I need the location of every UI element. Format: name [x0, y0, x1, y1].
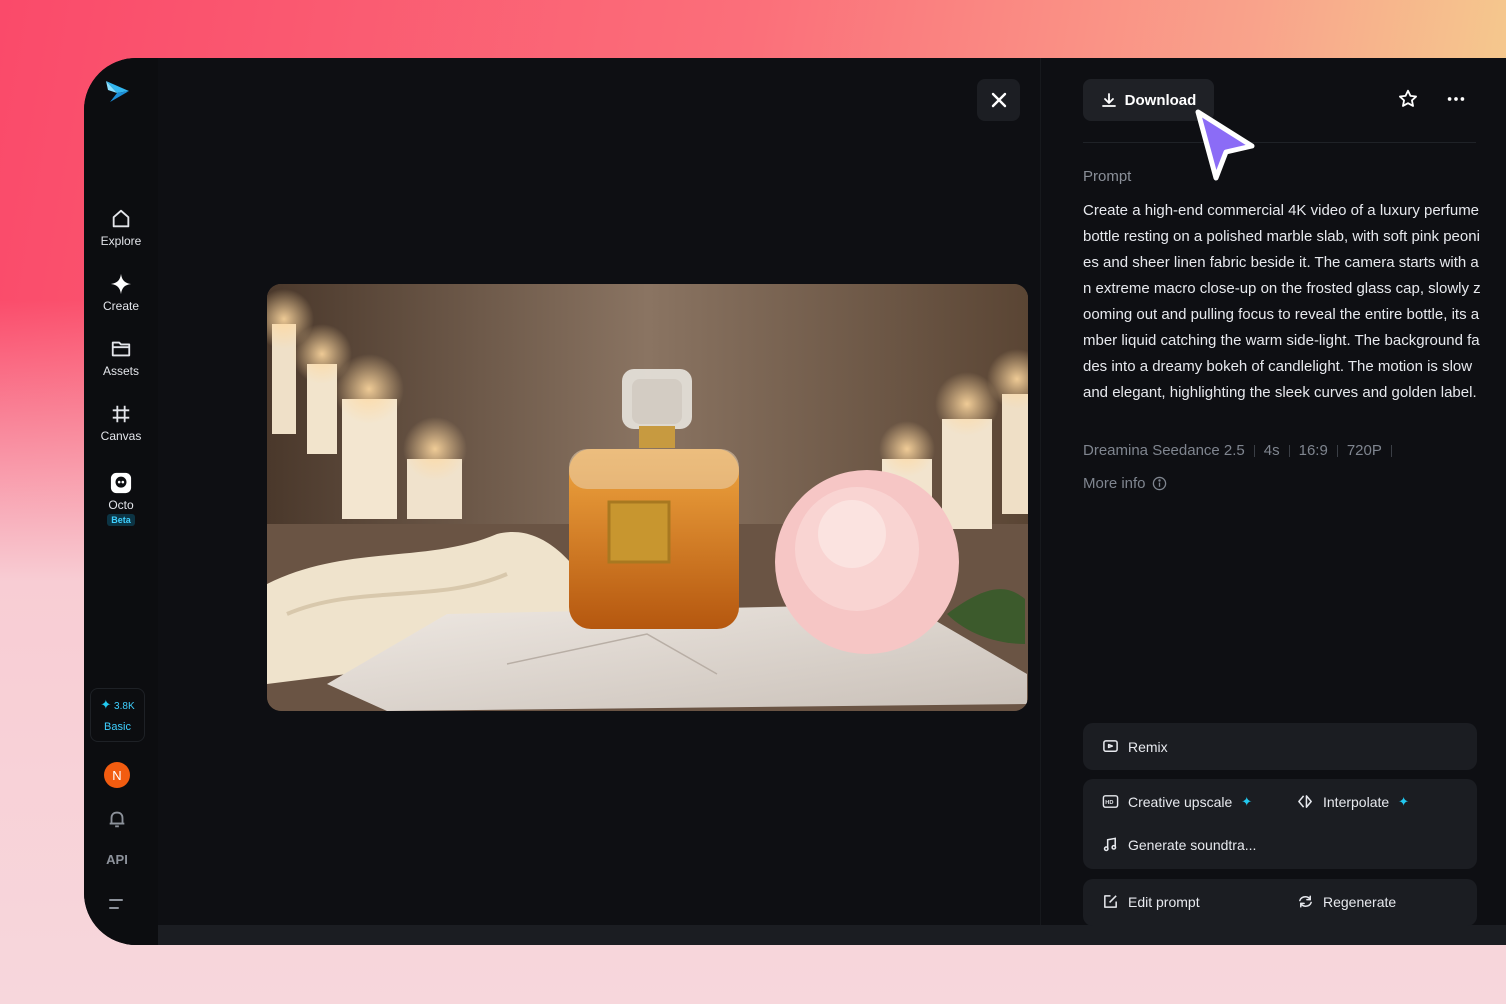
edit-prompt-button[interactable]: Edit prompt	[1102, 893, 1200, 910]
sidebar-item-label: Octo	[108, 498, 134, 512]
sidebar-item-label: Canvas	[100, 429, 142, 443]
creative-upscale-button[interactable]: HD Creative upscale ✦	[1102, 793, 1252, 810]
favorite-star-icon[interactable]	[1397, 88, 1419, 110]
meta-separator	[1390, 444, 1392, 457]
download-label: Download	[1124, 91, 1197, 109]
spark-icon: ✦	[1241, 793, 1253, 809]
sidebar-item-label: Assets	[102, 364, 139, 378]
credits-amount-row: ✦ 3.8K	[100, 697, 134, 713]
prompt-label: Prompt	[1083, 168, 1132, 185]
meta-separator	[1253, 444, 1255, 457]
home-icon	[112, 209, 130, 228]
meta-separator	[1288, 444, 1290, 457]
spark-icon: ✦	[100, 697, 112, 712]
header-divider	[1083, 142, 1476, 143]
music-note-icon	[1103, 837, 1117, 852]
meta-separator	[1336, 444, 1338, 457]
octo-icon	[110, 472, 132, 494]
sidebar-item-label: Explore	[100, 234, 142, 248]
remix-icon	[1103, 740, 1118, 752]
sidebar-item-label: Create	[102, 299, 140, 313]
app-logo-icon[interactable]	[102, 76, 132, 106]
canvas-icon	[112, 405, 130, 423]
interpolate-icon	[1298, 795, 1312, 808]
avatar[interactable]: N	[104, 762, 130, 788]
bottom-strip	[158, 925, 1506, 945]
more-info-label: More info	[1083, 475, 1146, 492]
regenerate-button[interactable]: Regenerate	[1297, 893, 1396, 910]
edit-icon	[1104, 895, 1117, 908]
remix-card: Remix	[1083, 723, 1477, 770]
remix-button[interactable]: Remix	[1102, 738, 1168, 755]
credits-panel[interactable]: ✦ 3.8K Basic	[90, 688, 145, 742]
sidebar-item-create[interactable]: Create	[84, 273, 158, 313]
edit-card: Edit prompt Regenerate	[1083, 879, 1477, 926]
plan-tier: Basic	[104, 721, 131, 733]
edit-prompt-label: Edit prompt	[1128, 893, 1200, 910]
sparkle-icon	[110, 273, 132, 295]
folder-icon	[111, 341, 131, 357]
close-button[interactable]	[977, 79, 1020, 121]
regenerate-label: Regenerate	[1323, 893, 1397, 910]
regenerate-icon	[1299, 895, 1312, 908]
duration: 4s	[1263, 442, 1280, 459]
sidebar: Explore Create Assets Canvas Octo Beta ✦…	[84, 58, 158, 945]
beta-badge: Beta	[107, 514, 135, 526]
remix-label: Remix	[1128, 738, 1168, 755]
svg-text:HD: HD	[1105, 800, 1113, 806]
download-icon	[1101, 93, 1116, 107]
sidebar-item-assets[interactable]: Assets	[84, 338, 158, 378]
generation-meta: Dreamina Seedance 2.5 4s 16:9 720P	[1083, 442, 1401, 459]
creative-upscale-label: Creative upscale	[1128, 793, 1233, 810]
aspect-ratio: 16:9	[1298, 442, 1328, 459]
model-name: Dreamina Seedance 2.5	[1083, 442, 1245, 459]
interpolate-button[interactable]: Interpolate ✦	[1297, 793, 1409, 810]
close-icon	[991, 92, 1006, 108]
video-preview[interactable]	[267, 284, 1028, 711]
details-panel: Download Prompt Create a high-end commer…	[1041, 58, 1506, 926]
app-window: Explore Create Assets Canvas Octo Beta ✦…	[84, 58, 1506, 945]
more-info-link[interactable]: More info	[1083, 475, 1167, 492]
info-icon	[1152, 476, 1166, 491]
more-options-icon[interactable]	[1445, 88, 1467, 110]
perfume-video-thumbnail	[267, 284, 1028, 711]
enhance-card: HD Creative upscale ✦ Interpolate ✦ Gene…	[1083, 779, 1477, 869]
spark-icon: ✦	[1398, 793, 1410, 809]
credits-amount: 3.8K	[114, 701, 135, 712]
interpolate-label: Interpolate	[1323, 793, 1390, 810]
pointer-cursor-icon	[1195, 109, 1255, 181]
sidebar-item-canvas[interactable]: Canvas	[84, 403, 158, 443]
menu-icon[interactable]	[107, 896, 127, 912]
resolution: 720P	[1346, 442, 1382, 459]
sidebar-item-explore[interactable]: Explore	[84, 208, 158, 248]
api-link[interactable]: API	[84, 852, 150, 867]
bell-icon[interactable]	[106, 808, 128, 830]
hd-icon: HD	[1102, 795, 1119, 808]
generate-soundtrack-label: Generate soundtra...	[1128, 836, 1257, 853]
generate-soundtrack-button[interactable]: Generate soundtra...	[1102, 836, 1256, 853]
sidebar-item-octo[interactable]: Octo Beta	[84, 472, 158, 526]
prompt-text: Create a high-end commercial 4K video of…	[1083, 202, 1481, 401]
preview-area	[158, 58, 1081, 925]
